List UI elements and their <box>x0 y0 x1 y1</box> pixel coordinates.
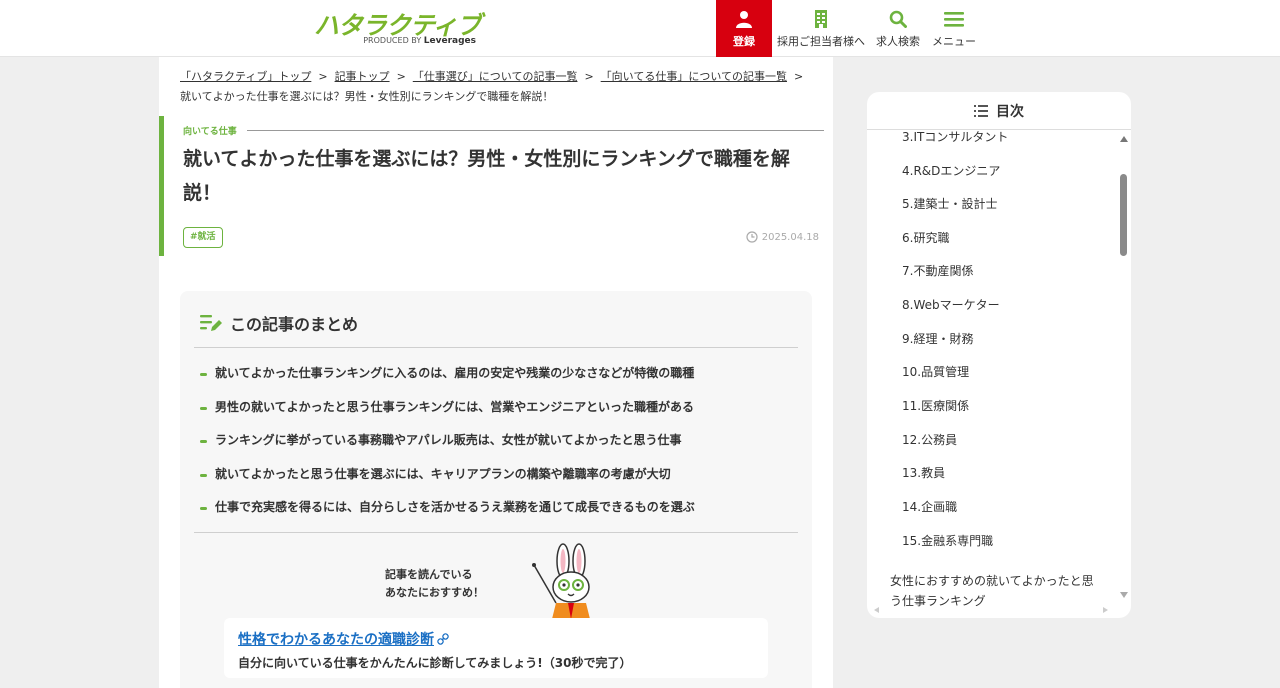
article-summary-box: この記事のまとめ 就いてよかった仕事ランキングに入るのは、雇用の安定や残業の少な… <box>180 291 812 688</box>
toc-item[interactable]: 14.企画職 <box>902 498 957 515</box>
breadcrumb-link[interactable]: 記事トップ <box>335 70 390 83</box>
breadcrumb-separator: > <box>584 70 594 83</box>
article-column: 「ハタラクティブ」トップ > 記事トップ > 「仕事選び」についての記事一覧 > 「向いてる… <box>159 57 833 688</box>
building-icon <box>814 9 828 29</box>
clock-icon <box>746 231 758 243</box>
toc-item[interactable]: 8.Webマーケター <box>902 296 1000 313</box>
category-divider <box>246 129 824 131</box>
toc-item[interactable]: 7.不動産関係 <box>902 262 973 279</box>
breadcrumb-separator: > <box>318 70 328 83</box>
hamburger-icon <box>944 9 964 29</box>
category-label[interactable]: 向いてる仕事 <box>183 124 237 137</box>
toc-item[interactable]: 6.研究職 <box>902 229 949 246</box>
breadcrumb-link[interactable]: 「ハタラクティブ」トップ <box>180 70 311 83</box>
breadcrumb: 「ハタラクティブ」トップ > 記事トップ > 「仕事選び」についての記事一覧 > 「向いてる… <box>180 67 812 107</box>
update-date: 2025.04.18 <box>746 231 819 243</box>
toc-item[interactable]: 3.ITコンサルタント <box>902 130 1008 145</box>
menu-label: メニュー <box>932 34 976 48</box>
employer-label: 採用ご担当者様へ <box>777 34 865 48</box>
breadcrumb-current: 就いてよかった仕事を選ぶには？男性・女性別にランキングで職種を解説！ <box>180 90 554 103</box>
summary-point: 就いてよかった仕事ランキングに入るのは、雇用の安定や残業の少なさなどが特徴の職種 <box>200 357 800 391</box>
site-header: ハタラクティブ PRODUCED BY Leverages 登録 採用ご担当者様… <box>0 0 1280 57</box>
rabbit-mascot-icon <box>532 543 590 619</box>
diagnosis-card[interactable]: 性格でわかるあなたの適職診断 自分に向いている仕事をかんたんに診断してみましょう… <box>224 618 768 678</box>
user-icon <box>735 9 753 29</box>
job-search-link[interactable]: 求人検索 <box>874 0 922 57</box>
diagnosis-link-text: 性格でわかるあなたの適職診断 <box>238 632 434 648</box>
toc-section[interactable]: 女性におすすめの就いてよかったと思う仕事ランキング <box>890 571 1105 610</box>
diagnosis-link[interactable]: 性格でわかるあなたの適職診断 <box>238 629 449 649</box>
logo-sub-brand: Leverages <box>423 36 476 46</box>
logo-subtitle: PRODUCED BY Leverages <box>363 36 476 46</box>
summary-divider <box>194 532 798 533</box>
breadcrumb-separator: > <box>794 70 804 83</box>
register-button[interactable]: 登録 <box>716 0 772 57</box>
list-icon <box>974 104 988 117</box>
breadcrumb-link[interactable]: 「仕事選び」についての記事一覧 <box>413 70 578 83</box>
menu-button[interactable]: メニュー <box>930 0 978 57</box>
toc-item[interactable]: 4.R&Dエンジニア <box>902 162 1000 179</box>
register-label: 登録 <box>733 34 755 48</box>
breadcrumb-link[interactable]: 「向いてる仕事」についての記事一覧 <box>601 70 787 83</box>
logo-sub-prefix: PRODUCED BY <box>363 36 422 45</box>
toc-item[interactable]: 12.公務員 <box>902 431 957 448</box>
scroll-right-arrow-icon[interactable] <box>1103 607 1108 613</box>
list-pen-icon <box>200 315 222 331</box>
recommend-text: 記事を読んでいる あなたにおすすめ！ <box>385 566 484 602</box>
summary-list: 就いてよかった仕事ランキングに入るのは、雇用の安定や残業の少なさなどが特徴の職種… <box>200 357 800 525</box>
table-of-contents: 目次 3.ITコンサルタント 4.R&Dエンジニア 5.建築士・設計士 6.研究… <box>867 92 1131 618</box>
scroll-left-arrow-icon[interactable] <box>874 607 879 613</box>
search-icon <box>889 9 907 29</box>
toc-item[interactable]: 15.金融系専門職 <box>902 532 993 549</box>
diagnosis-description: 自分に向いている仕事をかんたんに診断してみましょう!（30秒で完了） <box>238 656 632 670</box>
summary-heading: この記事のまとめ <box>200 311 358 335</box>
toc-item[interactable]: 9.経理・財務 <box>902 330 973 347</box>
category-row: 向いてる仕事 <box>183 124 824 137</box>
summary-point: 男性の就いてよかったと思う仕事ランキングには、営業やエンジニアといった職種がある <box>200 391 800 425</box>
toc-heading: 目次 <box>867 92 1131 130</box>
article-title-block: 向いてる仕事 就いてよかった仕事を選ぶには？男性・女性別にランキングで職種を解説… <box>159 116 833 256</box>
summary-point: ランキングに挙がっている事務職やアパレル販売は、女性が就いてよかったと思う仕事 <box>200 424 800 458</box>
toc-item[interactable]: 10.品質管理 <box>902 363 969 380</box>
toc-heading-text: 目次 <box>996 103 1024 120</box>
summary-point: 仕事で充実感を得るには、自分らしさを活かせるうえ業務を通じて成長できるものを選ぶ <box>200 491 800 525</box>
recommend-line: あなたにおすすめ！ <box>385 586 484 599</box>
summary-point: 就いてよかったと思う仕事を選ぶには、キャリアプランの構築や離職率の考慮が大切 <box>200 458 800 492</box>
scroll-up-arrow-icon[interactable] <box>1120 136 1128 142</box>
scroll-down-arrow-icon[interactable] <box>1120 592 1128 598</box>
toc-scrollbar[interactable] <box>1117 130 1131 610</box>
toc-item[interactable]: 5.建築士・設計士 <box>902 195 997 212</box>
job-search-label: 求人検索 <box>876 34 920 48</box>
link-icon <box>437 633 449 645</box>
breadcrumb-separator: > <box>396 70 406 83</box>
site-logo[interactable]: ハタラクティブ PRODUCED BY Leverages <box>314 6 482 46</box>
recommend-line: 記事を読んでいる <box>385 568 473 581</box>
summary-divider <box>194 347 798 348</box>
date-text: 2025.04.18 <box>761 231 819 243</box>
tag-badge[interactable]: #就活 <box>183 227 223 248</box>
toc-item[interactable]: 13.教員 <box>902 464 945 481</box>
page-title: 就いてよかった仕事を選ぶには？男性・女性別にランキングで職種を解説！ <box>183 148 790 204</box>
employer-link[interactable]: 採用ご担当者様へ <box>777 0 865 57</box>
toc-item[interactable]: 11.医療関係 <box>902 397 969 414</box>
toc-list: 3.ITコンサルタント 4.R&Dエンジニア 5.建築士・設計士 6.研究職 7… <box>867 130 1117 610</box>
scroll-thumb[interactable] <box>1120 174 1127 256</box>
summary-heading-text: この記事のまとめ <box>230 315 359 334</box>
